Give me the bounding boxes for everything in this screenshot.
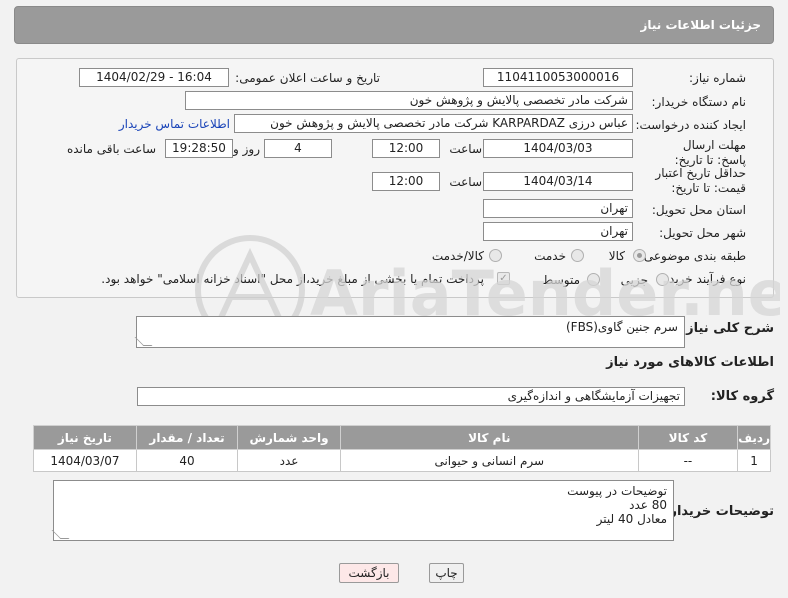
reply-date-field: 1404/03/03	[483, 139, 633, 158]
page-header: جزئیات اطلاعات نیاز	[14, 6, 774, 44]
col-goods-name: نام کالا	[339, 425, 639, 450]
goods-info-title: اطلاعات کالاهای مورد نیاز	[606, 355, 774, 370]
need-number-label: شماره نیاز:	[689, 71, 746, 85]
purchase-medium-radio[interactable]	[587, 273, 600, 286]
buyer-org-label: نام دستگاه خریدار:	[651, 95, 747, 109]
reply-deadline-label: مهلت ارسال پاسخ: تا تاریخ:	[674, 138, 746, 167]
category-service-label: خدمت	[534, 249, 566, 263]
purchase-type-label: نوع فرآیند خرید :	[661, 272, 746, 286]
category-service-radio[interactable]	[571, 249, 584, 262]
buyer-notes-line: توضیحات در پیوست	[567, 484, 667, 498]
print-button[interactable]: چاپ	[429, 563, 464, 583]
cell-goods-code: --	[637, 449, 739, 472]
goods-table: ردیف کد کالا نام کالا واحد شمارش تعداد /…	[33, 425, 771, 472]
page-title: جزئیات اطلاعات نیاز	[640, 18, 761, 32]
goods-group-label: گروه کالا:	[710, 389, 774, 404]
buyer-contact-link[interactable]: اطلاعات تماس خریدار	[119, 117, 230, 131]
general-desc-label: شرح کلی نیاز:	[680, 321, 774, 336]
city-field: تهران	[483, 222, 633, 241]
province-label: استان محل تحویل:	[651, 203, 746, 217]
resize-handle-icon[interactable]	[134, 337, 153, 346]
general-desc-text: سرم جنین گاوی(FBS)	[565, 320, 678, 334]
table-header-row: ردیف کد کالا نام کالا واحد شمارش تعداد /…	[33, 425, 771, 450]
col-unit: واحد شمارش	[237, 425, 341, 450]
need-number-field: 1104110053000016	[483, 68, 633, 87]
col-need-date: تاریخ نیاز	[33, 425, 137, 450]
col-row-number: ردیف	[737, 425, 771, 450]
category-label: طبقه بندی موضوعی:	[639, 249, 746, 263]
buyer-notes-textarea[interactable]: توضیحات در پیوست 80 عدد معادل 40 لیتر	[51, 480, 674, 541]
days-and-label: روز و	[233, 142, 260, 156]
validity-time-label: ساعت	[449, 175, 482, 189]
cell-goods-name: سرم انسانی و حیوانی	[339, 449, 639, 472]
buyer-notes-line: 80 عدد	[629, 498, 667, 512]
reply-remaining-field: 19:28:50	[165, 139, 233, 158]
general-desc-textarea[interactable]: سرم جنین گاوی(FBS)	[134, 316, 685, 348]
buyer-notes-label: توضیحات خریدار:	[664, 504, 774, 519]
reply-time-field: 12:00	[372, 139, 440, 158]
category-goods-service-radio[interactable]	[489, 249, 502, 262]
purchase-partial-label: جزیی	[620, 273, 648, 287]
col-quantity: تعداد / مقدار	[135, 425, 239, 450]
purchase-partial-radio[interactable]	[656, 273, 669, 286]
cell-quantity: 40	[135, 449, 239, 472]
validity-time-field: 12:00	[372, 172, 440, 191]
table-row[interactable]: 1 -- سرم انسانی و حیوانی عدد 40 1404/03/…	[33, 449, 771, 472]
validity-date-field: 1404/03/14	[483, 172, 633, 191]
payment-checkbox[interactable]: ✓	[497, 272, 510, 285]
creator-field: عباس درزی KARPARDAZ شرکت مادر تخصصی پالا…	[234, 114, 633, 133]
remaining-label: ساعت باقی مانده	[66, 142, 156, 156]
city-label: شهر محل تحویل:	[659, 226, 746, 240]
creator-label: ایجاد کننده درخواست:	[635, 118, 746, 132]
goods-group-field: تجهیزات آزمایشگاهی و اندازه‌گیری	[137, 387, 685, 406]
purchase-medium-label: متوسط	[542, 273, 580, 287]
back-button[interactable]: بازگشت	[339, 563, 399, 583]
announce-datetime-label: تاریخ و ساعت اعلان عمومی:	[235, 71, 380, 85]
category-goods-label: کالا	[608, 249, 625, 263]
cell-need-date: 1404/03/07	[33, 449, 137, 472]
reply-days-field: 4	[264, 139, 332, 158]
price-validity-label: حداقل تاریخ اعتبار قیمت: تا تاریخ:	[655, 166, 746, 195]
col-goods-code: کد کالا	[637, 425, 739, 450]
cell-unit: عدد	[237, 449, 341, 472]
category-goods-service-label: کالا/خدمت	[431, 249, 484, 263]
cell-row-number: 1	[737, 449, 771, 472]
category-goods-radio[interactable]	[633, 249, 646, 262]
reply-time-label: ساعت	[449, 142, 482, 156]
buyer-org-field: شرکت مادر تخصصی پالایش و پژوهش خون	[185, 91, 633, 110]
province-field: تهران	[483, 199, 633, 218]
resize-handle-icon[interactable]	[51, 530, 70, 539]
announce-datetime-field: 1404/02/29 - 16:04	[79, 68, 229, 87]
buyer-notes-line: معادل 40 لیتر	[596, 512, 667, 526]
payment-note: پرداخت تمام یا بخشی از مبلغ خرید،از محل …	[101, 272, 484, 286]
